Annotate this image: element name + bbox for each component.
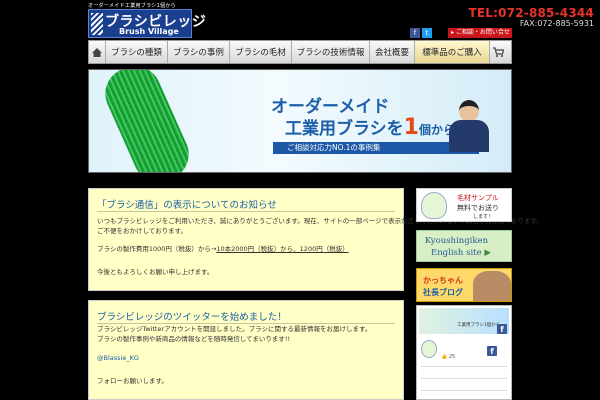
- banner-title-part-a: 工業用ブラシを: [285, 119, 404, 139]
- post-text: ご不便をおかけしております。: [97, 227, 187, 235]
- home-icon[interactable]: [89, 41, 106, 63]
- site-logo[interactable]: オーダーメイド工業用ブラシ1個から ブラシビレッジ Brush Village: [88, 2, 206, 38]
- blog-title: かっちゃん: [423, 276, 463, 285]
- facebook-widget[interactable]: 工業用ブラシ1個から f f 👍 25: [416, 305, 512, 400]
- blog-subtitle: 社長ブログ: [423, 288, 463, 297]
- post-footer: 今後ともよろしくお願い申し上げます。: [97, 268, 214, 276]
- nav-item-company[interactable]: 会社概要: [370, 41, 415, 63]
- facebook-icon[interactable]: f: [497, 324, 507, 334]
- price-old: ブラシの製作費用1000円（税抜）から→: [97, 245, 217, 253]
- social-icons: f t: [410, 28, 432, 38]
- divider: [421, 366, 507, 367]
- staff-head: [459, 100, 479, 122]
- main-nav: ブラシの種類 ブラシの事例 ブラシの毛材 ブラシの技術情報 会社概要 標準品のご…: [88, 40, 512, 64]
- president-photo: [473, 271, 511, 301]
- facebook-icon[interactable]: f: [410, 28, 420, 38]
- hero-banner[interactable]: オーダーメイド 工業用ブラシを1個から ご相談対応力NO.1の事例集: [88, 69, 512, 173]
- sample-subtitle: 無料でお送り: [457, 204, 499, 212]
- english-title: Kyoushingiken: [425, 236, 489, 246]
- post-divider: [97, 211, 395, 212]
- site-header: オーダーメイド工業用ブラシ1個から ブラシビレッジ Brush Village …: [0, 0, 600, 40]
- logo-tagline: オーダーメイド工業用ブラシ1個から: [88, 3, 176, 9]
- contact-label: ご相談・お問い合せ: [455, 29, 510, 36]
- logo-stripes-icon: [91, 13, 103, 35]
- facebook-cover: [419, 308, 509, 334]
- post-price-line: ブラシの製作費用1000円（税抜）から→10本2000円（税抜）から、1200円…: [97, 244, 349, 254]
- post-footer: フォローお願いします。: [97, 377, 168, 385]
- banner-title-part-b: 1: [403, 115, 419, 140]
- staff-photo: [447, 100, 491, 152]
- facebook-icon[interactable]: f: [487, 346, 497, 356]
- brush-image: [97, 70, 197, 172]
- banner-title-line2: 工業用ブラシを1個から: [285, 114, 455, 140]
- twitter-icon[interactable]: t: [422, 28, 432, 38]
- english-site-banner[interactable]: Kyoushingiken English site ▶: [416, 230, 512, 262]
- staff-body: [449, 120, 489, 152]
- arrow-right-icon: ▶: [484, 248, 491, 258]
- price-new: 10本2000円（税抜）から、1200円（税抜）: [216, 245, 349, 253]
- contact-button[interactable]: ▸ ご相談・お問い合せ: [448, 28, 512, 38]
- nav-item-bristle-materials[interactable]: ブラシの毛材: [230, 41, 292, 63]
- phone-number[interactable]: TEL:072-885-4344: [469, 6, 595, 20]
- post-title[interactable]: 「ブラシ通信」の表示についてのお知らせ: [97, 197, 277, 211]
- divider: [421, 390, 507, 391]
- cart-icon[interactable]: [490, 41, 507, 63]
- post-text: ブラシビレッジTwitterアカウントを開設しました。ブラシに関する最新情報をお…: [97, 325, 372, 333]
- english-subtitle-text: English site: [431, 248, 482, 258]
- nav-item-brush-types[interactable]: ブラシの種類: [106, 41, 168, 63]
- sample-note: します！: [473, 214, 494, 220]
- nav-item-purchase[interactable]: 標準品のご購入: [415, 41, 490, 63]
- english-subtitle: English site ▶: [431, 248, 491, 258]
- news-post: ブラシビレッジのツイッターを始めました！ ブラシビレッジTwitterアカウント…: [88, 300, 404, 400]
- logo-english: Brush Village: [119, 27, 179, 36]
- like-count: 👍 25: [441, 354, 456, 360]
- mascot-icon: [421, 340, 437, 358]
- nav-item-brush-cases[interactable]: ブラシの事例: [168, 41, 230, 63]
- president-blog-banner[interactable]: かっちゃん 社長ブログ: [416, 268, 512, 302]
- facebook-cover-text: 工業用ブラシ1個から: [457, 323, 501, 328]
- mascot-icon: [421, 192, 447, 219]
- like-count-value: 25: [448, 354, 456, 360]
- post-title[interactable]: ブラシビレッジのツイッターを始めました！: [97, 309, 287, 323]
- news-post: 「ブラシ通信」の表示についてのお知らせ いつもブラシビレッジをご利用いただき、誠…: [88, 188, 543, 291]
- fax-number: FAX:072-885-5931: [519, 19, 594, 28]
- free-sample-banner[interactable]: 毛材サンプル 無料でお送り します！: [416, 188, 512, 222]
- sample-title: 毛材サンプル: [457, 194, 499, 202]
- twitter-handle-link[interactable]: @Blassie_KG: [97, 353, 139, 363]
- nav-item-technical-info[interactable]: ブラシの技術情報: [292, 41, 370, 63]
- divider: [421, 378, 507, 379]
- logo-box: ブラシビレッジ Brush Village: [88, 9, 206, 38]
- post-text: ブラシの製作事例や新商品の情報などを随時発信してまいります!!: [97, 335, 291, 343]
